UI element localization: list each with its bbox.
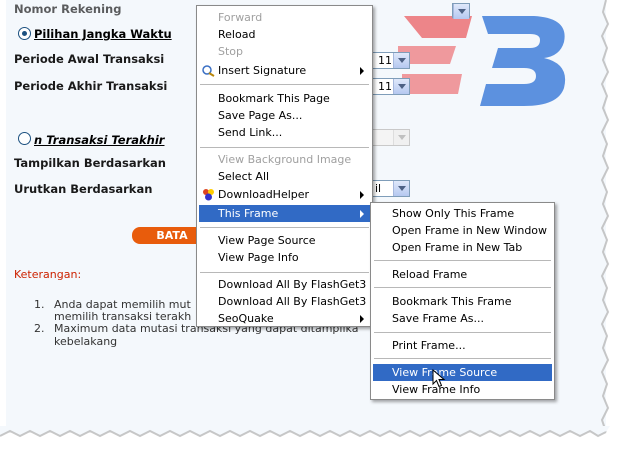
submenu-item-save-frame[interactable]: Save Frame As... xyxy=(373,310,552,327)
menu-item-label: SeoQuake xyxy=(218,312,274,325)
submenu-arrow-icon xyxy=(360,191,364,199)
display-by-label: Tampilkan Berdasarkan xyxy=(14,156,166,170)
sort-by-value: il xyxy=(375,182,382,195)
submenu-item-bookmark-frame[interactable]: Bookmark This Frame xyxy=(373,293,552,310)
last-n-label[interactable]: n Transaksi Terakhir xyxy=(34,133,164,147)
end-period-value: 11 xyxy=(378,80,392,93)
menu-item-send-link[interactable]: Send Link... xyxy=(199,124,370,141)
last-n-select[interactable] xyxy=(372,129,410,146)
submenu-item-open-new-window[interactable]: Open Frame in New Window xyxy=(373,222,552,239)
chevron-down-icon xyxy=(393,53,409,68)
menu-item-view-background[interactable]: View Background Image xyxy=(199,151,370,168)
submenu-arrow-icon xyxy=(360,315,364,323)
menu-item-forward[interactable]: Forward xyxy=(199,9,370,26)
torn-edge-right xyxy=(598,0,610,433)
note-text: kebelakang xyxy=(54,335,118,348)
period-radio[interactable] xyxy=(18,27,31,40)
period-option-label[interactable]: Pilihan Jangka Waktu xyxy=(34,27,172,41)
sort-by-select[interactable]: il xyxy=(372,180,410,197)
submenu-item-view-frame-source[interactable]: View Frame Source xyxy=(373,364,552,381)
chevron-down-icon xyxy=(453,4,469,19)
menu-item-flashget-download-all[interactable]: Download All By FlashGet3 xyxy=(199,293,370,310)
menu-item-label: DownloadHelper xyxy=(218,188,310,201)
context-menu: Forward Reload Stop Insert Signature Boo… xyxy=(196,5,373,327)
mouse-cursor-icon xyxy=(432,369,446,388)
torn-edge-bottom xyxy=(0,426,610,438)
signature-icon xyxy=(202,65,215,77)
note-number: 2. xyxy=(34,322,45,335)
last-n-radio[interactable] xyxy=(18,132,31,145)
menu-item-seoquake[interactable]: SeoQuake xyxy=(199,310,370,327)
start-period-label: Periode Awal Transaksi xyxy=(14,52,165,66)
submenu-item-open-new-tab[interactable]: Open Frame in New Tab xyxy=(373,239,552,256)
menu-item-downloadhelper[interactable]: DownloadHelper xyxy=(199,186,370,203)
account-select[interactable] xyxy=(452,3,470,19)
end-period-label: Periode Akhir Transaksi xyxy=(14,79,168,93)
submenu-item-reload-frame[interactable]: Reload Frame xyxy=(373,266,552,283)
menu-separator xyxy=(200,227,369,228)
downloadhelper-icon xyxy=(203,189,214,201)
menu-item-bookmark-page[interactable]: Bookmark This Page xyxy=(199,90,370,107)
submenu-item-show-only-frame[interactable]: Show Only This Frame xyxy=(373,205,552,222)
sort-by-label: Urutkan Berdasarkan xyxy=(14,182,153,196)
menu-item-flashget-download[interactable]: Download All By FlashGet3 xyxy=(199,276,370,293)
note-number: 1. xyxy=(34,298,45,311)
menu-item-stop[interactable]: Stop xyxy=(199,43,370,60)
screenshot-frame: Nomor Rekening Pilihan Jangka Waktu Peri… xyxy=(0,0,628,462)
menu-separator xyxy=(374,287,551,288)
end-period-select[interactable]: 11 xyxy=(372,78,410,95)
menu-item-save-page[interactable]: Save Page As... xyxy=(199,107,370,124)
submenu-item-view-frame-info[interactable]: View Frame Info xyxy=(373,381,552,398)
menu-separator xyxy=(200,147,369,148)
start-period-select[interactable]: 11 xyxy=(372,52,410,69)
menu-item-this-frame[interactable]: This Frame xyxy=(199,205,370,222)
menu-item-select-all[interactable]: Select All xyxy=(199,168,370,185)
notes-title: Keterangan: xyxy=(14,268,82,281)
account-label: Nomor Rekening xyxy=(14,2,122,16)
chevron-down-icon xyxy=(393,181,409,196)
submenu-arrow-icon xyxy=(360,210,364,218)
menu-item-label: This Frame xyxy=(218,207,279,220)
menu-item-label: Insert Signature xyxy=(218,64,307,77)
start-period-value: 11 xyxy=(378,54,392,67)
this-frame-submenu: Show Only This Frame Open Frame in New W… xyxy=(370,202,555,400)
site-logo xyxy=(398,16,566,106)
menu-separator xyxy=(200,84,369,85)
menu-separator xyxy=(374,260,551,261)
chevron-down-icon xyxy=(393,79,409,94)
menu-item-view-page-source[interactable]: View Page Source xyxy=(199,232,370,249)
menu-separator xyxy=(374,358,551,359)
submenu-item-print-frame[interactable]: Print Frame... xyxy=(373,337,552,354)
submenu-arrow-icon xyxy=(360,67,364,75)
menu-separator xyxy=(374,332,551,333)
menu-item-reload[interactable]: Reload xyxy=(199,26,370,43)
chevron-down-icon xyxy=(393,130,409,145)
menu-item-view-page-info[interactable]: View Page Info xyxy=(199,249,370,266)
menu-separator xyxy=(200,272,369,273)
menu-item-insert-signature[interactable]: Insert Signature xyxy=(199,62,370,79)
